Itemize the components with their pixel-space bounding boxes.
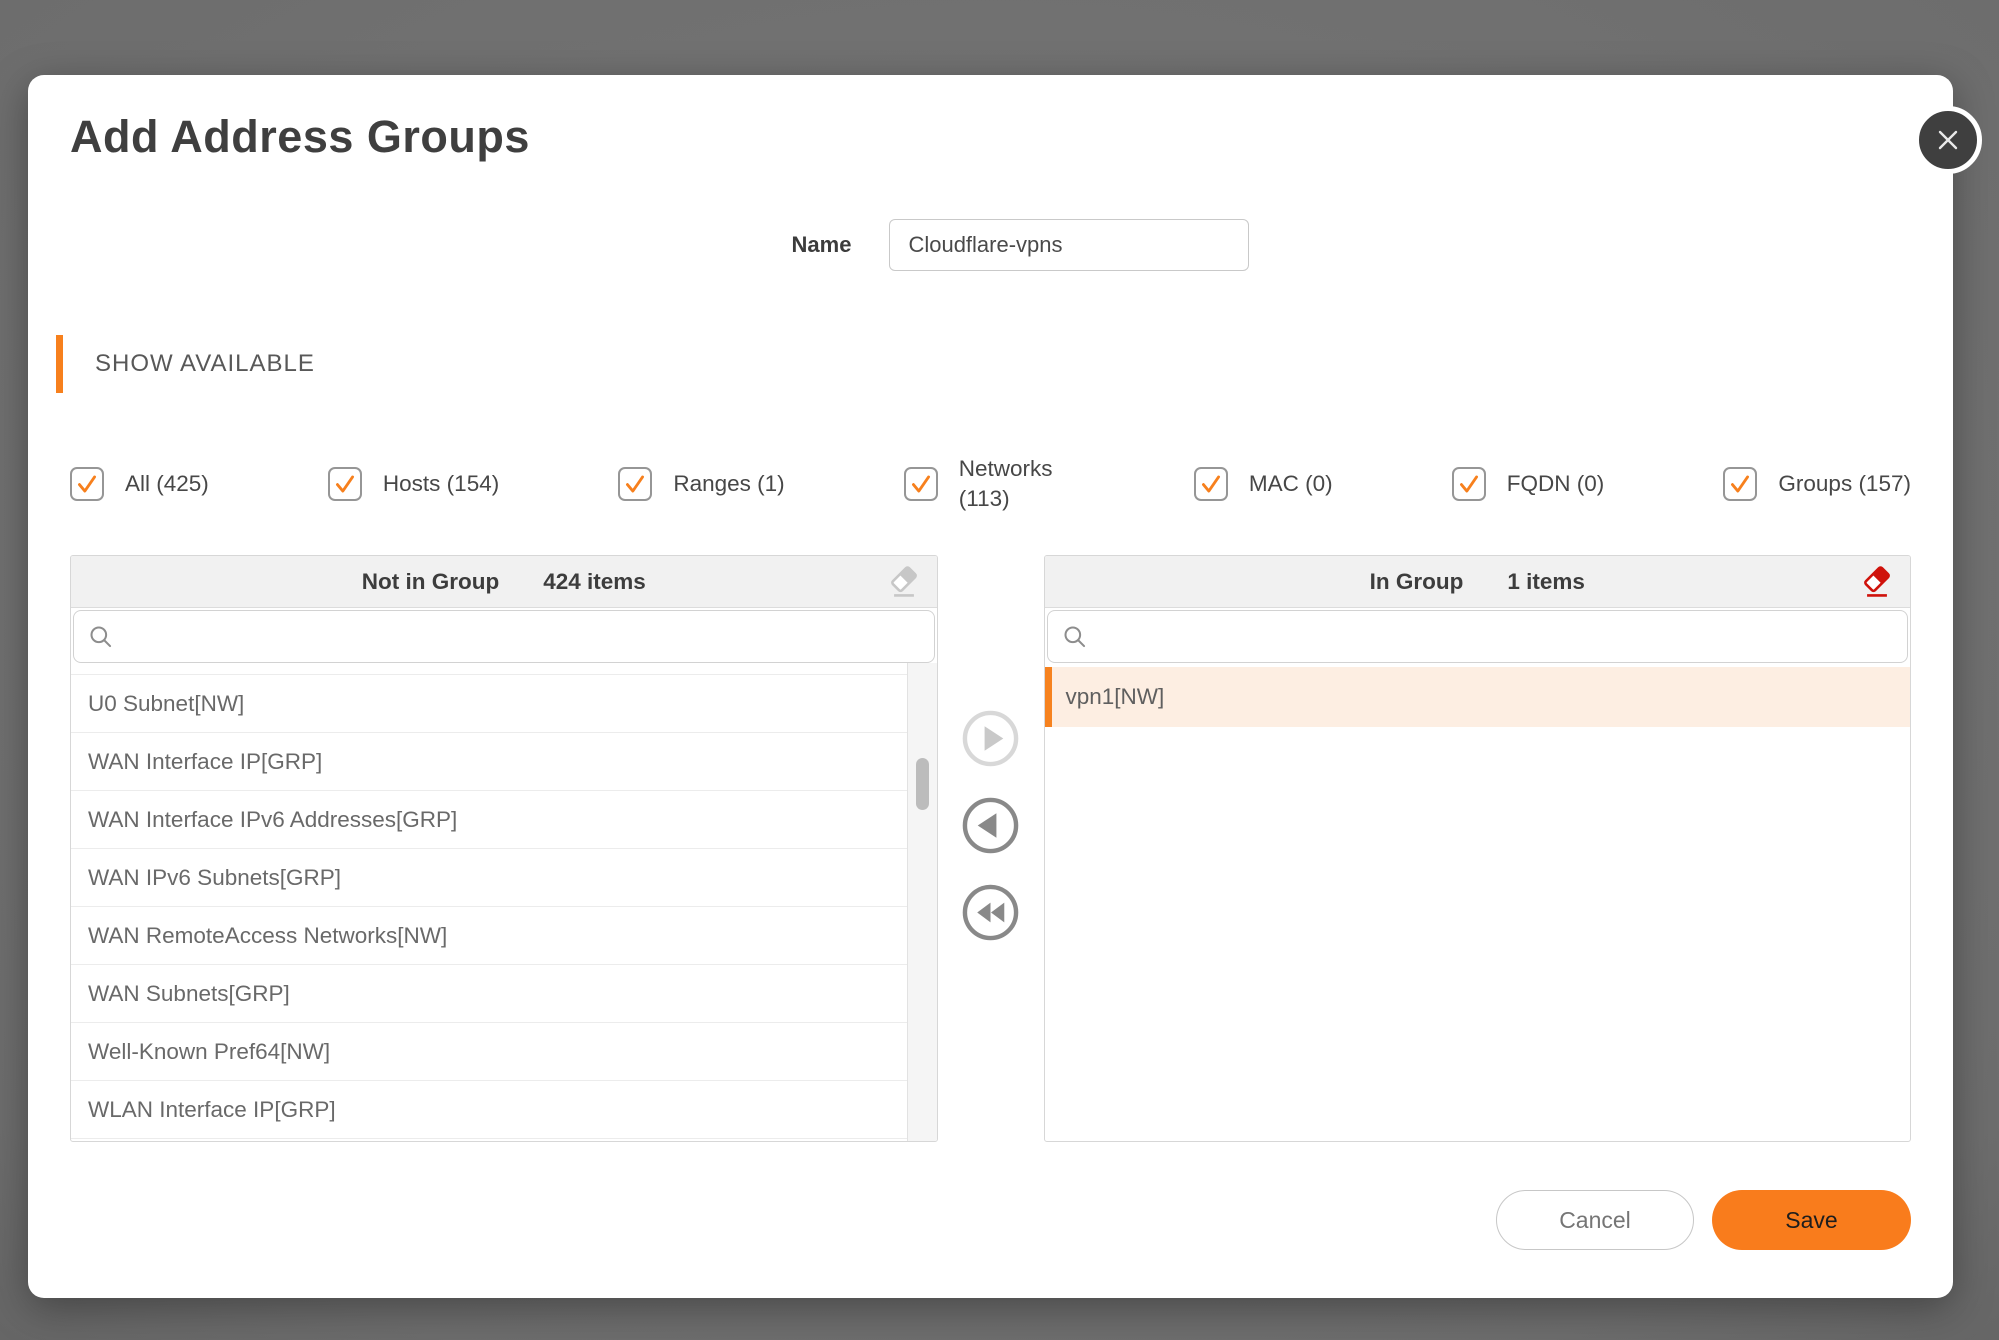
panel-title: In Group [1370,569,1464,595]
arrow-left-icon [961,796,1020,855]
filter-hosts[interactable]: Hosts (154) [328,467,499,501]
clear-selection-eraser-icon[interactable] [885,564,923,602]
not-in-group-header: Not in Group 424 items [71,556,937,608]
filter-mac[interactable]: MAC (0) [1194,467,1333,501]
dialog-title: Add Address Groups [70,111,1911,163]
not-in-group-panel: Not in Group 424 items [70,555,938,1142]
scrollbar-thumb[interactable] [916,758,929,810]
panel-title: Not in Group [362,569,499,595]
not-in-group-body: U0 Subnet[NW] WAN Interface IP[GRP] WAN … [71,663,937,1141]
list-item[interactable]: WLAN Interface IP[GRP] [71,1081,907,1139]
arrow-right-icon [961,709,1020,768]
add-address-groups-dialog: Add Address Groups Name SHOW AVAILABLE A… [28,75,1953,1298]
name-input[interactable] [889,219,1249,271]
filter-label: Ranges (1) [673,469,784,499]
checkbox-checked-icon [1452,467,1486,501]
checkbox-checked-icon [618,467,652,501]
transfer-controls [938,555,1044,1142]
filter-label: MAC (0) [1249,469,1333,499]
not-in-group-search [73,610,935,663]
list-item[interactable]: WAN RemoteAccess Networks[NW] [71,907,907,965]
list-row-partial [71,663,907,675]
double-arrow-left-icon [961,883,1020,942]
filter-row: All (425) Hosts (154) Ranges (1) Network… [70,449,1911,519]
filter-networks[interactable]: Networks (113) [904,454,1075,515]
list-item[interactable]: WAN Interface IPv6 Addresses[GRP] [71,791,907,849]
move-left-button[interactable] [961,796,1020,855]
list-item[interactable]: WAN Subnets[GRP] [71,965,907,1023]
in-group-list: vpn1[NW] [1045,663,1911,1141]
move-right-button[interactable] [961,709,1020,768]
panel-count: 1 items [1507,569,1585,595]
name-label: Name [792,232,852,258]
checkbox-checked-icon [1194,467,1228,501]
move-all-left-button[interactable] [961,883,1020,942]
filter-fqdn[interactable]: FQDN (0) [1452,467,1605,501]
list-item[interactable]: Well-Known Pref64[NW] [71,1023,907,1081]
list-item[interactable]: WAN Interface IP[GRP] [71,733,907,791]
dialog-footer: Cancel Save [70,1190,1911,1250]
filter-label: FQDN (0) [1507,469,1605,499]
name-field-row: Name [130,219,1911,271]
list-item[interactable]: WAN IPv6 Subnets[GRP] [71,849,907,907]
scrollbar-track[interactable] [907,663,937,1141]
filter-ranges[interactable]: Ranges (1) [618,467,784,501]
not-in-group-list: U0 Subnet[NW] WAN Interface IP[GRP] WAN … [71,663,907,1141]
in-group-search-input[interactable] [1047,610,1909,663]
checkbox-checked-icon [904,467,938,501]
checkbox-checked-icon [328,467,362,501]
filter-all[interactable]: All (425) [70,467,209,501]
filter-label: Groups (157) [1778,469,1911,499]
clear-group-eraser-icon[interactable] [1858,564,1896,602]
cancel-button[interactable]: Cancel [1496,1190,1694,1250]
list-item[interactable]: U0 Subnet[NW] [71,675,907,733]
section-accent-bar [56,335,63,393]
filter-label: All (425) [125,469,209,499]
dual-list-area: Not in Group 424 items [70,555,1911,1142]
save-button[interactable]: Save [1712,1190,1911,1250]
not-in-group-search-input[interactable] [73,610,935,663]
panel-count: 424 items [543,569,646,595]
checkbox-checked-icon [1723,467,1757,501]
list-item-selected[interactable]: vpn1[NW] [1045,667,1911,727]
show-available-section: SHOW AVAILABLE [56,335,1911,393]
checkbox-checked-icon [70,467,104,501]
section-title: SHOW AVAILABLE [95,350,315,378]
in-group-panel: In Group 1 items [1044,555,1912,1142]
filter-label: Hosts (154) [383,469,499,499]
close-button[interactable] [1914,106,1982,174]
filter-label: Networks (113) [959,454,1075,515]
in-group-search [1047,610,1909,663]
filter-groups[interactable]: Groups (157) [1723,467,1911,501]
close-icon [1933,125,1963,155]
in-group-header: In Group 1 items [1045,556,1911,608]
